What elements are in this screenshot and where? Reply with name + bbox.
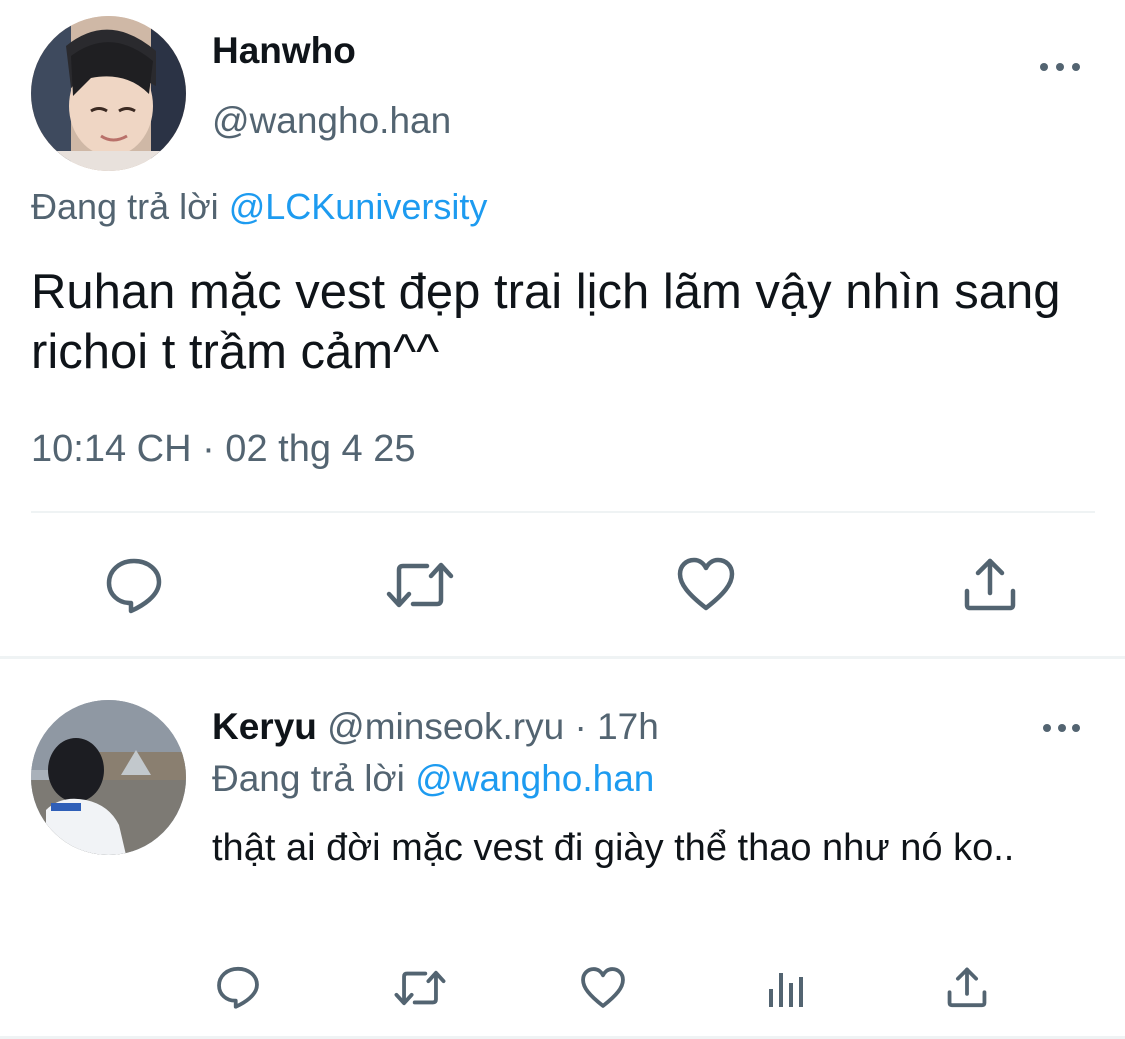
avatar-photo [31,700,186,855]
divider [31,511,1095,513]
more-dot-icon [1040,63,1048,71]
replying-to-link[interactable]: @LCKuniversity [229,186,488,227]
tweet-timestamp[interactable]: 10:14 CH · 02 thg 4 25 [31,428,415,471]
reply-avatar[interactable] [31,700,186,855]
reply-header: Keryu @minseok.ryu · 17h [212,706,659,748]
more-options-button[interactable] [1040,55,1080,79]
like-icon[interactable] [676,556,736,612]
main-avatar[interactable] [31,16,186,171]
section-divider [0,656,1125,659]
handle[interactable]: @wangho.han [212,100,451,142]
analytics-icon[interactable] [766,967,806,1009]
reply-icon[interactable] [104,556,164,614]
more-options-button[interactable] [1043,716,1080,740]
tweet-text: Ruhan mặc vest đẹp trai lịch lãm vậy nhì… [31,265,1061,379]
retweet-icon[interactable] [393,969,447,1007]
avatar-photo [31,16,186,171]
replying-to-line: Đang trả lời @wangho.han [212,758,654,800]
share-icon[interactable] [961,555,1019,613]
more-dot-icon [1072,724,1080,732]
like-icon[interactable] [580,966,626,1009]
replying-prefix: Đang trả lời [31,186,219,227]
handle-time[interactable]: @minseok.ryu · 17h [327,706,659,747]
more-dot-icon [1057,724,1066,732]
share-icon[interactable] [945,965,989,1009]
replying-to-link[interactable]: @wangho.han [415,758,654,799]
replying-to-line: Đang trả lời @LCKuniversity [31,186,487,228]
more-dot-icon [1043,724,1051,732]
tweet-text: thật ai đời mặc vest đi giày thể thao nh… [212,827,1015,869]
display-name[interactable]: Keryu [212,706,317,747]
replying-prefix: Đang trả lời [212,758,405,799]
reply-icon[interactable] [215,965,261,1009]
more-dot-icon [1056,63,1064,71]
retweet-icon[interactable] [385,560,455,610]
more-dot-icon [1072,63,1080,71]
display-name[interactable]: Hanwho [212,30,356,72]
